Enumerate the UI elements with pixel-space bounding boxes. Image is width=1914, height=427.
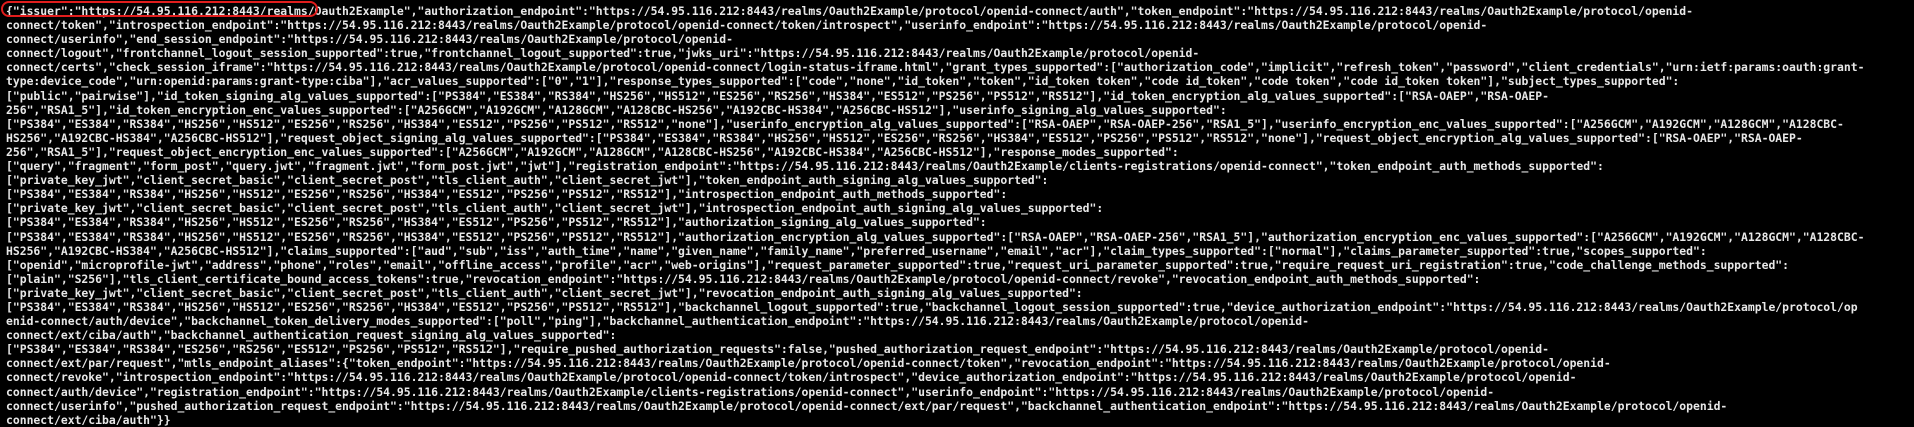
json-line: ["PS384","ES384","RS384","HS256","HS512"… — [6, 215, 987, 230]
json-line: enid-connect/auth/device","backchannel_t… — [6, 314, 1309, 329]
json-line: ["public","pairwise"],"id_token_signing_… — [6, 88, 1549, 103]
json-line: ["plain","S256"],"tls_client_certificate… — [6, 271, 1481, 286]
json-line: connect/ext/ciba/auth"}} — [6, 412, 171, 427]
json-line: HS256","A192CBC-HS384","A256CBC-HS512"],… — [6, 130, 1803, 145]
json-line: {"issuer":"https://54.95.116.212:8443/re… — [6, 4, 1694, 18]
json-line: ["query","fragment","form_post","query.j… — [6, 159, 1604, 174]
json-line: 256","RSA1_5"],"request_object_encryptio… — [6, 144, 1179, 159]
json-line: ["PS384","ES384","RS384","HS256","HS512"… — [6, 116, 1844, 131]
json-line: connect/certs","check_session_iframe":"h… — [6, 60, 1865, 75]
json-line: ["PS384","ES384","RS384","HS256","HS512"… — [6, 187, 1008, 202]
json-line: ["PS384","ES384","RS384","ES256","RS256"… — [6, 342, 1549, 357]
json-line: connect/userinfo","pushed_authorization_… — [6, 398, 1728, 413]
json-line: connect/token","introspection_endpoint":… — [6, 18, 1488, 33]
json-line: HS256","A192CBC-HS384","A256CBC-HS512"],… — [6, 243, 1707, 258]
json-line: 256","RSA1_5"],"id_token_encryption_enc_… — [6, 102, 1227, 117]
json-line: connect/logout","frontchannel_logout_ses… — [6, 46, 1200, 61]
json-line: ["private_key_jwt","client_secret_basic"… — [6, 285, 1083, 300]
json-line: ["private_key_jwt","client_secret_basic"… — [6, 173, 1049, 188]
json-line: ["openid","microprofile-jwt","address","… — [6, 257, 1790, 272]
json-line: connect/auth/device","registration_endpo… — [6, 384, 1495, 399]
json-line: connect/ext/ciba/auth","backchannel_auth… — [6, 328, 617, 343]
json-line: ["PS384","ES384","RS384","HS256","HS512"… — [6, 299, 1858, 314]
json-line: ["PS384","ES384","RS384","HS256","HS512"… — [6, 229, 1865, 244]
raw-json-text: {"issuer":"https://54.95.116.212:8443/re… — [6, 4, 1906, 427]
json-line: type:device_code","urn:openid:params:gra… — [6, 74, 1680, 89]
json-line: connect/ext/par/request","mtls_endpoint_… — [6, 356, 1611, 371]
json-line: connect/revoke","introspection_endpoint"… — [6, 370, 1577, 385]
json-line: connect/userinfo","end_session_endpoint"… — [6, 32, 733, 47]
json-line: ["private_key_jwt","client_secret_basic"… — [6, 201, 1104, 216]
